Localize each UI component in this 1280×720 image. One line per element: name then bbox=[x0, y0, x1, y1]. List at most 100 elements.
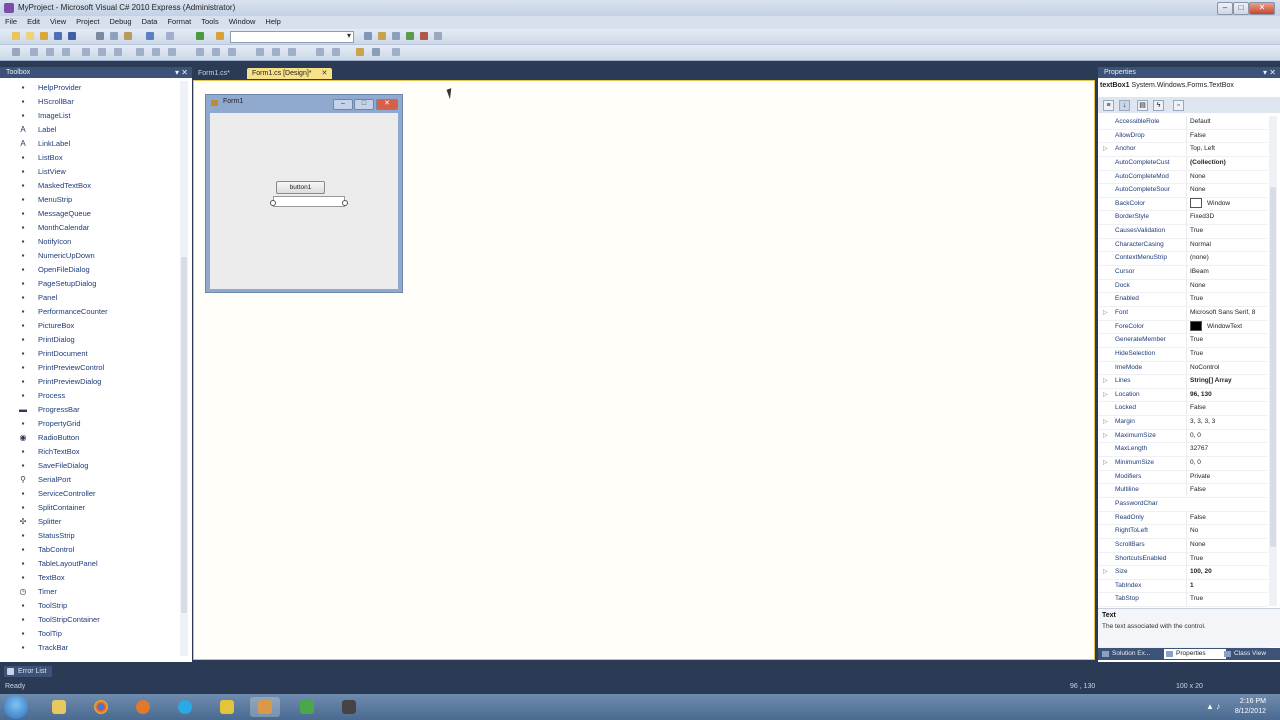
menu-format[interactable]: Format bbox=[162, 16, 196, 26]
toolbox-item-tabcontrol[interactable]: ▪ TabControl bbox=[0, 543, 178, 557]
property-value[interactable]: True bbox=[1186, 225, 1272, 238]
property-value[interactable]: Private bbox=[1186, 470, 1272, 484]
properties-close-icon[interactable]: ▾ ✕ bbox=[1263, 67, 1276, 78]
menu-file[interactable]: File bbox=[0, 16, 22, 26]
align-middles-icon[interactable] bbox=[98, 48, 106, 56]
find-combo-box[interactable] bbox=[230, 31, 354, 43]
find-icon[interactable] bbox=[216, 32, 224, 40]
center-vertically-icon[interactable] bbox=[332, 48, 340, 56]
property-value[interactable]: False bbox=[1186, 484, 1272, 497]
button1-control[interactable]: button1 bbox=[276, 181, 325, 194]
property-value[interactable]: 96, 130 bbox=[1186, 388, 1272, 402]
property-row-font[interactable]: ▷ Font Microsoft Sans Serif, 8 bbox=[1098, 306, 1268, 321]
toolbox-item-splitter[interactable]: ✣ Splitter bbox=[0, 515, 178, 529]
property-row-scrollbars[interactable]: ScrollBars None bbox=[1098, 538, 1268, 553]
property-value[interactable]: WindowText bbox=[1186, 320, 1272, 334]
property-value[interactable]: 1 bbox=[1186, 579, 1272, 593]
property-row-imemode[interactable]: ImeMode NoControl bbox=[1098, 361, 1268, 376]
tab-properties[interactable]: Properties bbox=[1164, 649, 1226, 659]
expand-icon[interactable]: ▷ bbox=[1103, 143, 1108, 156]
designer-surface[interactable]: Form1 – □ ✕ button1 bbox=[193, 80, 1095, 660]
expand-icon[interactable]: ▷ bbox=[1103, 375, 1108, 388]
property-row-shortcutsenabled[interactable]: ShortcutsEnabled True bbox=[1098, 552, 1268, 567]
toolbox-item-pagesetupdialog[interactable]: ▪ PageSetupDialog bbox=[0, 277, 178, 291]
tab-form1-code[interactable]: Form1.cs* bbox=[193, 68, 235, 79]
property-value[interactable]: Normal bbox=[1186, 238, 1272, 252]
property-row-contextmenustrip[interactable]: ContextMenuStrip (none) bbox=[1098, 252, 1268, 267]
textbox1-control[interactable] bbox=[270, 196, 348, 207]
property-row-locked[interactable]: Locked False bbox=[1098, 402, 1268, 417]
align-rights-icon[interactable] bbox=[62, 48, 70, 56]
decrease-vertical-spacing-icon[interactable] bbox=[288, 48, 296, 56]
toolbox-item-propertygrid[interactable]: ▪ PropertyGrid bbox=[0, 417, 178, 431]
property-value[interactable]: True bbox=[1186, 552, 1272, 566]
expand-icon[interactable]: ▷ bbox=[1103, 389, 1108, 402]
toolbox-item-statusstrip[interactable]: ▪ StatusStrip bbox=[0, 529, 178, 543]
property-value[interactable]: True bbox=[1186, 347, 1272, 361]
toolbox-item-richtextbox[interactable]: ▪ RichTextBox bbox=[0, 445, 178, 459]
property-row-size[interactable]: ▷ Size 100, 20 bbox=[1098, 566, 1268, 580]
toolbox-item-savefiledialog[interactable]: ▪ SaveFileDialog bbox=[0, 459, 178, 473]
taskbar-app-yellow[interactable] bbox=[212, 697, 242, 717]
toolbox-item-splitcontainer[interactable]: ▪ SplitContainer bbox=[0, 501, 178, 515]
new-project-icon[interactable] bbox=[12, 32, 20, 40]
property-value[interactable]: (Collection) bbox=[1186, 156, 1272, 170]
taskbar-chrome[interactable] bbox=[86, 697, 116, 717]
toolbox-item-printpreviewdialog[interactable]: ▪ PrintPreviewDialog bbox=[0, 375, 178, 389]
property-row-hideselection[interactable]: HideSelection True bbox=[1098, 347, 1268, 362]
toolbox-scrollbar-thumb[interactable] bbox=[181, 257, 187, 613]
form1-window[interactable]: Form1 – □ ✕ button1 bbox=[205, 94, 403, 293]
property-value[interactable]: 0, 0 bbox=[1186, 429, 1272, 443]
alphabetical-icon[interactable]: ↓ bbox=[1119, 100, 1130, 111]
property-value[interactable]: (none) bbox=[1186, 252, 1272, 266]
taskbar-explorer[interactable] bbox=[44, 697, 74, 717]
property-row-charactercasing[interactable]: CharacterCasing Normal bbox=[1098, 238, 1268, 253]
start-debugging-icon[interactable] bbox=[196, 32, 204, 40]
horizontal-spacing-icon[interactable] bbox=[196, 48, 204, 56]
toolbox-item-label[interactable]: A Label bbox=[0, 123, 178, 137]
toolbox-item-maskedtextbox[interactable]: ▪ MaskedTextBox bbox=[0, 179, 178, 193]
taskbar-app-tools[interactable] bbox=[250, 697, 280, 717]
properties-scrollbar-thumb[interactable] bbox=[1270, 187, 1276, 547]
toolbox-item-trackbar[interactable]: ▪ TrackBar bbox=[0, 641, 178, 655]
system-clock[interactable]: 2:16 PM 8/12/2012 bbox=[1235, 697, 1266, 717]
properties-window-icon[interactable] bbox=[378, 32, 386, 40]
property-value[interactable]: 0, 0 bbox=[1186, 457, 1272, 470]
property-row-autocompletesour[interactable]: AutoCompleteSour None bbox=[1098, 184, 1268, 198]
toolbox-item-tablelayoutpanel[interactable]: ▪ TableLayoutPanel bbox=[0, 557, 178, 571]
property-row-causesvalidation[interactable]: CausesValidation True bbox=[1098, 225, 1268, 239]
property-value[interactable]: True bbox=[1186, 293, 1272, 306]
toolbox-item-listbox[interactable]: ▪ ListBox bbox=[0, 151, 178, 165]
events-icon[interactable]: ϟ bbox=[1153, 100, 1164, 111]
maximize-button[interactable]: □ bbox=[1233, 2, 1249, 15]
menu-tools[interactable]: Tools bbox=[196, 16, 224, 26]
property-value[interactable]: False bbox=[1186, 511, 1272, 525]
add-item-icon[interactable] bbox=[26, 32, 34, 40]
property-pages-icon[interactable]: ▫ bbox=[1173, 100, 1184, 111]
property-row-autocompletemod[interactable]: AutoCompleteMod None bbox=[1098, 170, 1268, 185]
property-value[interactable]: None bbox=[1186, 279, 1272, 293]
bring-to-front-icon[interactable] bbox=[356, 48, 364, 56]
menu-edit[interactable]: Edit bbox=[22, 16, 45, 26]
toolbox-item-helpprovider[interactable]: ▪ HelpProvider bbox=[0, 81, 178, 95]
toolbox-item-timer[interactable]: ◷ Timer bbox=[0, 585, 178, 599]
tab-form1-design[interactable]: Form1.cs [Design]* ✕ bbox=[247, 68, 333, 79]
align-tops-icon[interactable] bbox=[82, 48, 90, 56]
taskbar-visual-studio[interactable] bbox=[292, 697, 322, 717]
toolbox-item-menustrip[interactable]: ▪ MenuStrip bbox=[0, 193, 178, 207]
menu-help[interactable]: Help bbox=[260, 16, 285, 26]
toolbox-item-hscrollbar[interactable]: ▪ HScrollBar bbox=[0, 95, 178, 109]
make-same-width-icon[interactable] bbox=[136, 48, 144, 56]
property-row-tabindex[interactable]: TabIndex 1 bbox=[1098, 579, 1268, 594]
start-page-icon[interactable] bbox=[420, 32, 428, 40]
toolbox-item-numericupdown[interactable]: ▪ NumericUpDown bbox=[0, 249, 178, 263]
system-tray-icons[interactable]: ▲ ♪ bbox=[1206, 702, 1226, 712]
property-row-allowdrop[interactable]: AllowDrop False bbox=[1098, 129, 1268, 144]
property-value[interactable]: False bbox=[1186, 129, 1272, 143]
tab-order-icon[interactable] bbox=[392, 48, 400, 56]
toolbox-item-imagelist[interactable]: ▪ ImageList bbox=[0, 109, 178, 123]
toolbox-item-messagequeue[interactable]: ▪ MessageQueue bbox=[0, 207, 178, 221]
toolbox-item-progressbar[interactable]: ▬ ProgressBar bbox=[0, 403, 178, 417]
property-value[interactable]: True bbox=[1186, 334, 1272, 347]
property-value[interactable]: Microsoft Sans Serif, 8 bbox=[1186, 306, 1272, 320]
